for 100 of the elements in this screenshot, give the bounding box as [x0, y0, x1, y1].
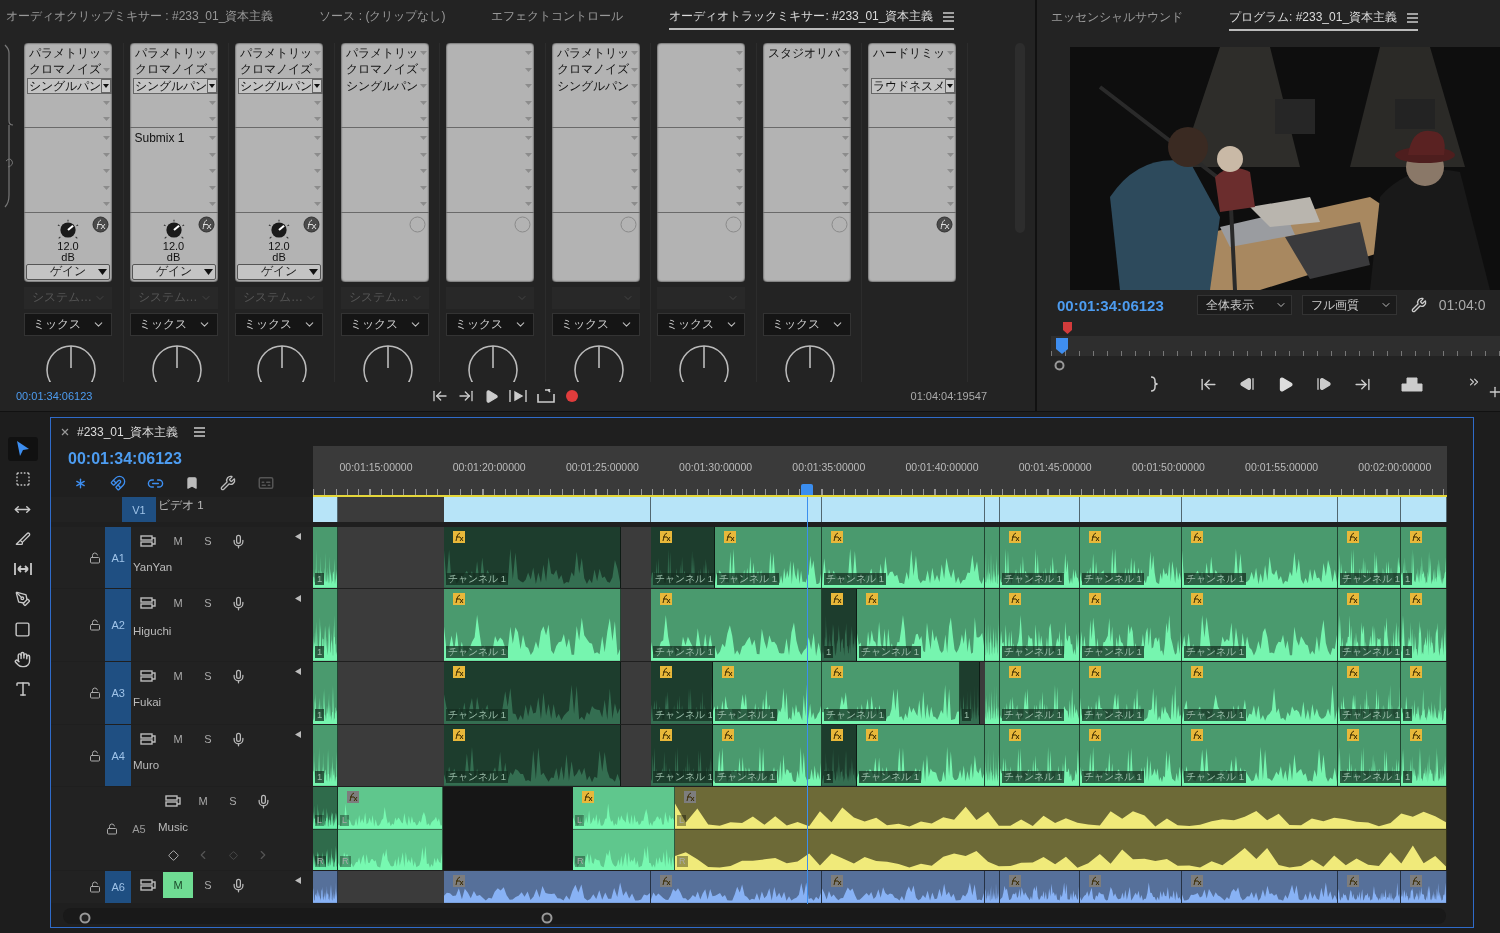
effect-slot[interactable]: シングルパン [554, 78, 631, 95]
audio-clip[interactable]: 1 [313, 589, 338, 661]
effect-slot[interactable]: パラメトリッ [132, 45, 209, 62]
track-target[interactable]: A4 [105, 725, 131, 786]
send-slot[interactable]: Submix 1 [132, 130, 209, 147]
effect-slot[interactable]: クロマノイズ [238, 61, 314, 78]
audio-clip[interactable]: 1 [313, 725, 338, 786]
gain-mode-dropdown[interactable]: ゲイン [237, 263, 321, 280]
effect-slot[interactable]: パラメトリッ [554, 45, 631, 62]
audio-clip[interactable]: チャンネル 1 [713, 725, 822, 786]
mute-button[interactable]: M [163, 731, 193, 747]
effect-slot[interactable]: クロマノイズ [132, 61, 209, 78]
audio-clip[interactable]: 1 [822, 589, 857, 661]
gain-mode-dropdown[interactable]: ゲイン [26, 263, 110, 280]
audio-clip[interactable]: チャンネル 1 [1338, 589, 1401, 661]
audio-clip[interactable]: チャンネル 1 [1000, 662, 1080, 724]
panel-tab[interactable]: エフェクトコントロール [491, 4, 624, 31]
mute-button[interactable]: M [163, 872, 193, 898]
audio-clip[interactable]: チャンネル 1 [1080, 662, 1182, 724]
panel-tab[interactable]: エッセンシャルサウンド [1051, 5, 1183, 31]
audio-clip[interactable]: チャンネル 1 [1182, 662, 1338, 724]
zoom-dropdown[interactable]: 全体表示 [1196, 295, 1292, 315]
automation-dropdown[interactable]: ミックス [235, 312, 323, 336]
automation-dropdown[interactable]: ミックス [446, 312, 534, 336]
audio-clip[interactable]: チャンネル 1 [822, 662, 960, 724]
track-target[interactable]: V1 [122, 497, 156, 522]
audio-clip[interactable]: 1 [313, 662, 338, 724]
track-target[interactable]: A3 [105, 662, 131, 724]
solo-button[interactable]: S [193, 877, 223, 893]
panel-tab[interactable]: ソース : (クリップなし) [319, 4, 446, 31]
audio-clip[interactable]: 1 [1401, 527, 1447, 588]
audio-clip[interactable]: チャンネル 1 [1000, 725, 1080, 786]
audio-clip[interactable]: チャンネル 1 [1080, 527, 1182, 588]
audio-clip[interactable]: チャンネル 1 [651, 725, 713, 786]
effect-slot[interactable]: クロマノイズ [27, 61, 103, 78]
track-target[interactable]: A6 [105, 871, 131, 903]
audio-clip[interactable]: チャンネル 1 [1000, 527, 1080, 588]
audio-clip[interactable]: チャンネル 1 [651, 589, 822, 661]
gain-mode-dropdown[interactable]: ゲイン [131, 263, 216, 280]
audio-clip[interactable]: 1 [1401, 725, 1447, 786]
automation-dropdown[interactable]: ミックス [657, 312, 745, 336]
panel-tab[interactable]: プログラム: #233_01_資本主義 [1229, 5, 1419, 31]
effect-slot[interactable]: クロマノイズ [554, 61, 631, 78]
audio-clip[interactable]: チャンネル 1 [1338, 725, 1401, 786]
quality-dropdown[interactable]: フル画質 [1301, 295, 1397, 315]
audio-clip[interactable]: チャンネル 1 [444, 527, 621, 588]
track-target[interactable]: A1 [105, 527, 131, 588]
solo-button[interactable]: S [193, 668, 223, 684]
solo-button[interactable]: S [193, 731, 223, 747]
automation-dropdown[interactable]: ミックス [24, 312, 112, 336]
effect-slot[interactable]: シングルパン [132, 78, 218, 95]
audio-clip[interactable]: チャンネル 1 [1182, 527, 1338, 588]
effect-slot[interactable]: ハードリミッ [871, 45, 947, 62]
automation-dropdown[interactable]: ミックス [551, 312, 640, 336]
audio-clip[interactable]: チャンネル 1 [1182, 589, 1338, 661]
audio-clip[interactable]: チャンネル 1 [1000, 589, 1080, 661]
audio-clip[interactable]: チャンネル 1 [1182, 725, 1338, 786]
mute-button[interactable]: M [163, 668, 193, 684]
audio-clip[interactable]: チャンネル 1 [1080, 725, 1182, 786]
effect-slot[interactable]: スタジオリバ [765, 45, 842, 62]
audio-clip[interactable]: チャンネル 1 [651, 662, 713, 724]
track-target[interactable]: A2 [105, 589, 131, 661]
audio-clip[interactable]: チャンネル 1 [715, 527, 822, 588]
audio-clip[interactable]: チャンネル 1 [857, 725, 985, 786]
solo-button[interactable]: S [218, 793, 248, 809]
audio-clip[interactable]: チャンネル 1 [444, 662, 621, 724]
solo-button[interactable]: S [193, 595, 223, 611]
audio-clip[interactable]: 1 [822, 725, 857, 786]
audio-clip[interactable]: 1 [1401, 662, 1447, 724]
effect-slot[interactable]: パラメトリッ [343, 45, 420, 62]
audio-clip[interactable]: チャンネル 1 [713, 662, 822, 724]
audio-clip[interactable]: チャンネル 1 [1338, 527, 1401, 588]
mute-button[interactable]: M [188, 793, 218, 809]
effect-slot[interactable]: パラメトリッ [238, 45, 314, 62]
mute-button[interactable]: M [163, 533, 193, 549]
ruler-label: 00:01:50:00000 [1131, 461, 1205, 473]
audio-clip[interactable]: チャンネル 1 [444, 725, 621, 786]
automation-dropdown[interactable]: ミックス [129, 312, 218, 336]
effect-slot[interactable]: シングルパン [238, 78, 323, 95]
automation-dropdown[interactable]: ミックス [340, 312, 429, 336]
audio-clip[interactable]: 1 [960, 662, 980, 724]
panel-tab[interactable]: オーディオトラックミキサー: #233_01_資本主義 [669, 4, 955, 31]
audio-clip[interactable]: チャンネル 1 [1080, 589, 1182, 661]
effect-slot[interactable]: ラウドネスメ [871, 78, 956, 95]
audio-clip[interactable]: チャンネル 1 [822, 527, 985, 588]
effect-slot[interactable]: パラメトリッ [27, 45, 103, 62]
automation-dropdown[interactable]: ミックス [762, 312, 851, 336]
solo-button[interactable]: S [193, 533, 223, 549]
panel-tab[interactable]: オーディオクリップミキサー : #233_01_資本主義 [6, 4, 274, 31]
audio-clip[interactable]: チャンネル 1 [1338, 662, 1401, 724]
audio-clip[interactable]: 1 [313, 527, 338, 588]
audio-clip[interactable]: 1 [1401, 589, 1447, 661]
audio-clip[interactable]: チャンネル 1 [651, 527, 715, 588]
track-target[interactable]: A5 [122, 787, 156, 870]
effect-slot[interactable]: シングルパン [27, 78, 112, 95]
effect-slot[interactable]: クロマノイズ [343, 61, 420, 78]
mute-button[interactable]: M [163, 595, 193, 611]
effect-slot[interactable]: シングルパン [343, 78, 420, 95]
audio-clip[interactable]: チャンネル 1 [857, 589, 985, 661]
audio-clip[interactable]: チャンネル 1 [444, 589, 621, 661]
